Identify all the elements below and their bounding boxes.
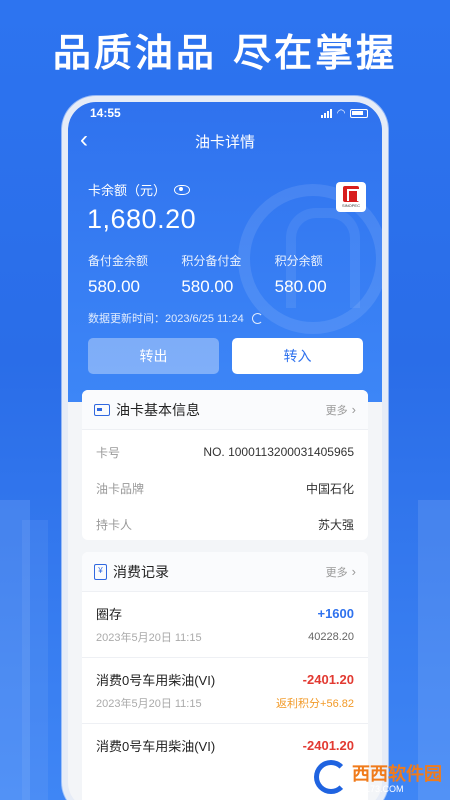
background-building-left-2 <box>22 520 48 800</box>
info-key: 持卡人 <box>96 517 133 532</box>
sub-balance-label: 积分备付金 <box>181 254 242 268</box>
back-arrow-icon[interactable]: ‹ <box>80 128 102 154</box>
site-watermark-logo: 西西软件园 CR173.COM <box>314 760 442 794</box>
transfer-out-button[interactable]: 转出 <box>88 338 219 374</box>
balance-label: 卡余额（元） <box>88 183 167 198</box>
more-label: 更多 <box>325 404 348 417</box>
sinopec-mark-icon <box>343 186 359 202</box>
sub-balances: 备付金余额 580.00 积分备付金 580.00 积分余额 580.00 <box>88 252 368 297</box>
more-label: 更多 <box>325 566 348 579</box>
receipt-icon: ¥ <box>94 563 107 580</box>
card-info-header: 油卡基本信息 更多 › <box>82 390 368 430</box>
balance-label-row: 卡余额（元） <box>88 180 191 199</box>
record-amount: -2401.20 <box>302 738 354 753</box>
update-time-row: 数据更新时间：2023/6/25 11:24 <box>88 310 263 326</box>
card-info-more-link[interactable]: 更多 › <box>326 402 356 418</box>
signal-icon <box>321 108 333 118</box>
records-title-row: ¥ 消费记录 <box>94 562 169 582</box>
balance-value: 1,680.20 <box>87 204 197 234</box>
record-date: 2023年5月20日 11:15 <box>96 698 202 710</box>
records-more-link[interactable]: 更多 › <box>326 564 356 580</box>
refresh-icon[interactable] <box>251 312 263 324</box>
card-icon <box>94 403 110 416</box>
site-logo-domain: CR173.COM <box>352 784 404 794</box>
eye-icon[interactable] <box>174 184 191 195</box>
nav-bar: ‹ 油卡详情 <box>68 124 382 158</box>
record-amount: -2401.20 <box>302 672 354 687</box>
update-time: 数据更新时间：2023/6/25 11:24 <box>88 313 244 325</box>
sub-balance-reserve: 备付金余额 580.00 <box>88 252 181 297</box>
card-header-panel: 14:55 ◠ ‹ 油卡详情 卡余额（元） SINOPEC 1,680.20 备… <box>68 102 382 402</box>
sub-balance-points-reserve: 积分备付金 580.00 <box>181 252 274 297</box>
card-info-title: 油卡基本信息 <box>116 401 200 418</box>
sub-balance-value: 580.00 <box>88 277 140 296</box>
card-info-panel: 油卡基本信息 更多 › 卡号 NO. 1000113200031405965 油… <box>82 390 368 540</box>
info-value: 中国石化 <box>305 481 354 496</box>
info-row-brand: 油卡品牌 中国石化 <box>82 470 368 506</box>
card-info-title-row: 油卡基本信息 <box>94 400 200 420</box>
transfer-in-button[interactable]: 转入 <box>232 338 363 374</box>
status-icons: ◠ <box>321 108 368 119</box>
record-name: 消费0号车用柴油(VI) <box>96 673 216 688</box>
background-building-right <box>418 500 450 800</box>
record-date: 2023年5月20日 11:15 <box>96 632 202 644</box>
record-bonus-points: 返利积分+56.82 <box>276 698 354 710</box>
info-key: 卡号 <box>96 445 121 460</box>
chevron-right-icon: › <box>351 402 356 417</box>
chevron-right-icon: › <box>351 564 356 579</box>
record-amount: +1600 <box>317 606 354 621</box>
sub-balance-value: 580.00 <box>181 277 234 296</box>
list-item[interactable]: 消费0号车用柴油(VI) -2401.20 2023年5月20日 11:15 返… <box>82 658 368 724</box>
record-name: 圈存 <box>96 607 123 622</box>
promo-headline: 品质油品 尽在掌握 <box>52 31 398 75</box>
info-row-card-number: 卡号 NO. 1000113200031405965 <box>82 434 368 470</box>
sub-balance-label: 积分余额 <box>274 254 323 268</box>
info-row-holder: 持卡人 苏大强 <box>82 506 368 540</box>
sub-balance-points: 积分余额 580.00 <box>275 252 368 297</box>
wifi-icon: ◠ <box>337 107 345 119</box>
sinopec-logo-text: SINOPEC <box>341 203 360 208</box>
page-title: 油卡详情 <box>194 133 255 151</box>
battery-icon <box>350 108 368 118</box>
site-logo-name: 西西软件园 <box>352 764 442 785</box>
records-title: 消费记录 <box>113 563 169 580</box>
sub-balance-value: 580.00 <box>274 277 327 296</box>
phone-frame: 14:55 ◠ ‹ 油卡详情 卡余额（元） SINOPEC 1,680.20 备… <box>62 96 388 800</box>
card-info-list: 卡号 NO. 1000113200031405965 油卡品牌 中国石化 持卡人… <box>82 430 368 540</box>
record-balance: 40228.20 <box>308 631 354 643</box>
sub-balance-label: 备付金余额 <box>88 254 149 268</box>
info-value: NO. 1000113200031405965 <box>203 445 354 459</box>
status-time: 14:55 <box>90 106 121 120</box>
site-logo-icon <box>314 760 348 794</box>
list-item[interactable]: 圈存 +1600 2023年5月20日 11:15 40228.20 <box>82 592 368 658</box>
record-name: 消费0号车用柴油(VI) <box>96 739 216 754</box>
status-bar: 14:55 ◠ <box>68 102 382 124</box>
info-value: 苏大强 <box>317 517 354 532</box>
records-header: ¥ 消费记录 更多 › <box>82 552 368 592</box>
sinopec-logo: SINOPEC <box>336 182 366 212</box>
info-key: 油卡品牌 <box>96 481 145 496</box>
